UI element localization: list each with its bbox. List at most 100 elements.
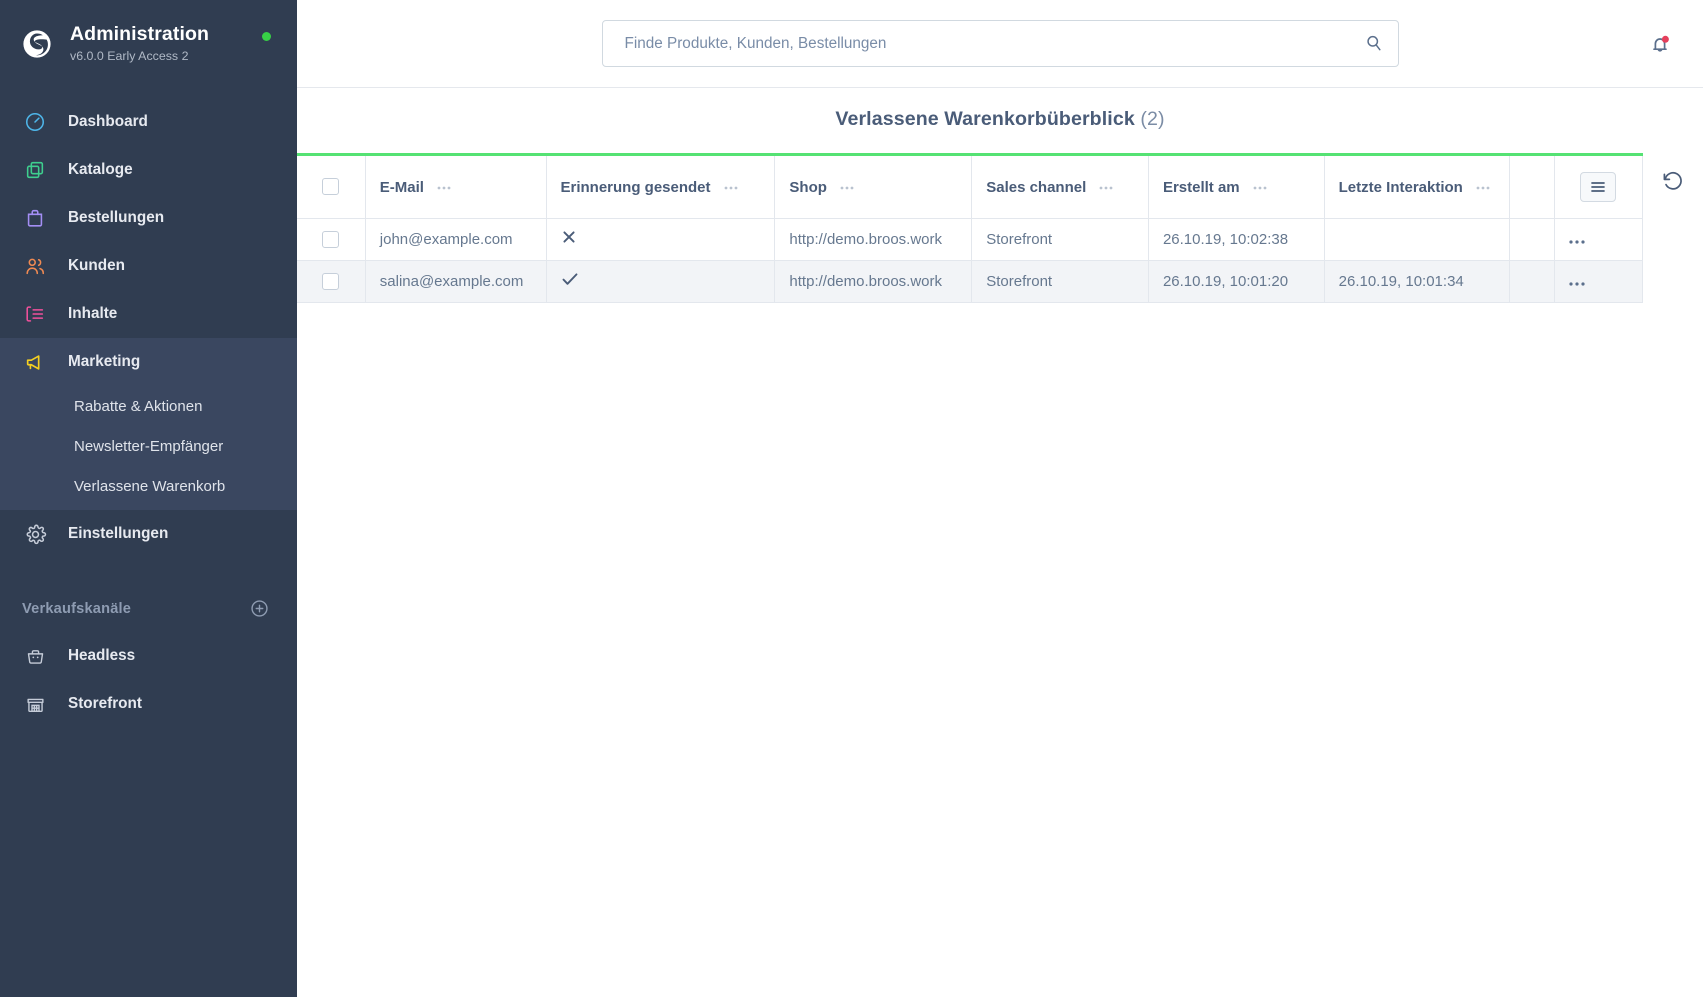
ellipsis-icon[interactable] <box>1568 231 1585 248</box>
ellipsis-icon[interactable] <box>1476 177 1490 194</box>
sales-channels-section-header: Verkaufskanäle <box>0 586 297 632</box>
column-header-label: Letzte Interaktion <box>1338 179 1463 197</box>
ellipsis-icon[interactable] <box>1099 177 1113 194</box>
row-select-cell <box>297 260 366 303</box>
top-bar <box>297 0 1703 88</box>
cell-sales-channel: Storefront <box>971 260 1149 303</box>
brand-text: Administration v6.0.0 Early Access 2 <box>70 22 209 66</box>
sidebar-item-dashboard[interactable]: Dashboard <box>0 98 297 146</box>
refresh-icon[interactable] <box>1660 169 1686 195</box>
sidebar-item-bestellungen[interactable]: Bestellungen <box>0 194 297 242</box>
cell-last-interaction <box>1324 218 1511 261</box>
sidebar-item-storefront[interactable]: Storefront <box>0 680 297 728</box>
column-header-sales-channel[interactable]: Sales channel <box>971 156 1149 219</box>
store-icon <box>22 691 48 717</box>
select-all-checkbox[interactable] <box>322 178 340 196</box>
table-header-row: E-Mail Erinnerung gesendet Shop Sales ch… <box>297 156 1644 219</box>
data-grid: E-Mail Erinnerung gesendet Shop Sales ch… <box>297 153 1644 997</box>
sidebar-item-kataloge[interactable]: Kataloge <box>0 146 297 194</box>
megaphone-icon <box>22 349 48 375</box>
column-header-label: Erinnerung gesendet <box>560 179 711 197</box>
cell-spacer <box>1509 260 1555 303</box>
sidebar-item-label: Einstellungen <box>68 525 169 542</box>
row-checkbox[interactable] <box>322 230 340 248</box>
bag-icon <box>22 205 48 231</box>
cell-email: salina@example.com <box>365 260 547 303</box>
check-icon <box>561 273 579 291</box>
sidebar-item-marketing[interactable]: Marketing <box>0 338 297 386</box>
cell-reminder-sent <box>546 218 776 261</box>
sidebar-item-kunden[interactable]: Kunden <box>0 242 297 290</box>
column-header-label: Shop <box>789 179 827 197</box>
row-actions-button[interactable] <box>1554 218 1644 261</box>
cell-reminder-sent <box>546 260 776 303</box>
search-icon[interactable] <box>1363 33 1385 55</box>
notification-badge <box>1661 35 1669 43</box>
sidebar-item-inhalte[interactable]: Inhalte <box>0 290 297 338</box>
ellipsis-icon[interactable] <box>1568 273 1585 290</box>
column-settings-cell <box>1554 156 1644 219</box>
sidebar-item-label: Bestellungen <box>68 209 165 226</box>
brand-version: v6.0.0 Early Access 2 <box>70 49 189 64</box>
cell-created-at: 26.10.19, 10:02:38 <box>1148 218 1325 261</box>
column-header-label: Sales channel <box>986 179 1087 197</box>
sidebar-item-verlassene-warenkorb[interactable]: Verlassene Warenkorb <box>0 466 297 506</box>
users-icon <box>22 253 48 279</box>
sidebar-subitem-label: Newsletter-Empfänger <box>74 437 224 455</box>
sidebar-item-newsletter-empfaenger[interactable]: Newsletter-Empfänger <box>0 426 297 466</box>
sidebar-item-label: Marketing <box>68 353 141 370</box>
main-area: Verlassene Warenkorbüberblick (2) <box>297 0 1703 997</box>
column-header-shop[interactable]: Shop <box>774 156 973 219</box>
sidebar-item-einstellungen[interactable]: Einstellungen <box>0 510 297 558</box>
table-row[interactable]: salina@example.com http://demo.broos.wor… <box>297 260 1644 303</box>
table-head: E-Mail Erinnerung gesendet Shop Sales ch… <box>297 156 1644 219</box>
sidebar-subnav-marketing: Rabatte & Aktionen Newsletter-Empfänger … <box>0 386 297 510</box>
basket-icon <box>22 643 48 669</box>
app-root: Administration v6.0.0 Early Access 2 Das… <box>0 0 1703 997</box>
ellipsis-icon[interactable] <box>1253 177 1267 194</box>
row-checkbox[interactable] <box>322 272 340 290</box>
content-area: E-Mail Erinnerung gesendet Shop Sales ch… <box>297 153 1703 997</box>
table-body: john@example.com http://demo.broos.work … <box>297 218 1644 303</box>
columns-menu-icon[interactable] <box>1580 171 1617 202</box>
brand-title: Administration <box>70 23 209 45</box>
page-title: Verlassene Warenkorbüberblick (2) <box>835 108 1164 131</box>
sidebar-item-label: Dashboard <box>68 113 148 130</box>
gear-icon <box>22 521 48 547</box>
sidebar-item-rabatte-aktionen[interactable]: Rabatte & Aktionen <box>0 386 297 426</box>
select-all-cell <box>297 156 366 219</box>
column-header-email[interactable]: E-Mail <box>365 156 547 219</box>
cell-shop: http://demo.broos.work <box>774 260 973 303</box>
row-actions-button[interactable] <box>1554 260 1644 303</box>
plus-circle-icon[interactable] <box>249 598 271 620</box>
status-indicator-dot <box>262 32 271 41</box>
ellipsis-icon[interactable] <box>840 177 854 194</box>
shopware-logo-icon <box>18 25 56 63</box>
page-header: Verlassene Warenkorbüberblick (2) <box>297 88 1703 153</box>
sidebar-item-label: Storefront <box>68 695 142 712</box>
grid-side-tools <box>1643 153 1703 997</box>
notifications-button[interactable] <box>1643 27 1677 61</box>
column-header-created-at[interactable]: Erstellt am <box>1148 156 1325 219</box>
content-icon <box>22 301 48 327</box>
sales-channels-title: Verkaufskanäle <box>22 601 132 617</box>
cell-shop: http://demo.broos.work <box>774 218 973 261</box>
column-header-reminder-sent[interactable]: Erinnerung gesendet <box>546 156 776 219</box>
copy-icon <box>22 157 48 183</box>
column-header-last-interaction[interactable]: Letzte Interaktion <box>1324 156 1511 219</box>
search-input[interactable] <box>601 20 1399 67</box>
sidebar-header: Administration v6.0.0 Early Access 2 <box>0 0 297 88</box>
page-title-text: Verlassene Warenkorbüberblick <box>835 107 1135 130</box>
column-header-label: E-Mail <box>379 179 424 197</box>
cell-email: john@example.com <box>365 218 547 261</box>
sidebar-item-headless[interactable]: Headless <box>0 632 297 680</box>
ellipsis-icon[interactable] <box>724 177 738 194</box>
table-row[interactable]: john@example.com http://demo.broos.work … <box>297 218 1644 261</box>
ellipsis-icon[interactable] <box>437 177 451 194</box>
cell-created-at: 26.10.19, 10:01:20 <box>1148 260 1325 303</box>
cross-icon <box>561 231 577 249</box>
sidebar: Administration v6.0.0 Early Access 2 Das… <box>0 0 297 997</box>
cell-sales-channel: Storefront <box>971 218 1149 261</box>
abandoned-carts-table: E-Mail Erinnerung gesendet Shop Sales ch… <box>297 156 1644 303</box>
sidebar-item-label: Kunden <box>68 257 125 274</box>
